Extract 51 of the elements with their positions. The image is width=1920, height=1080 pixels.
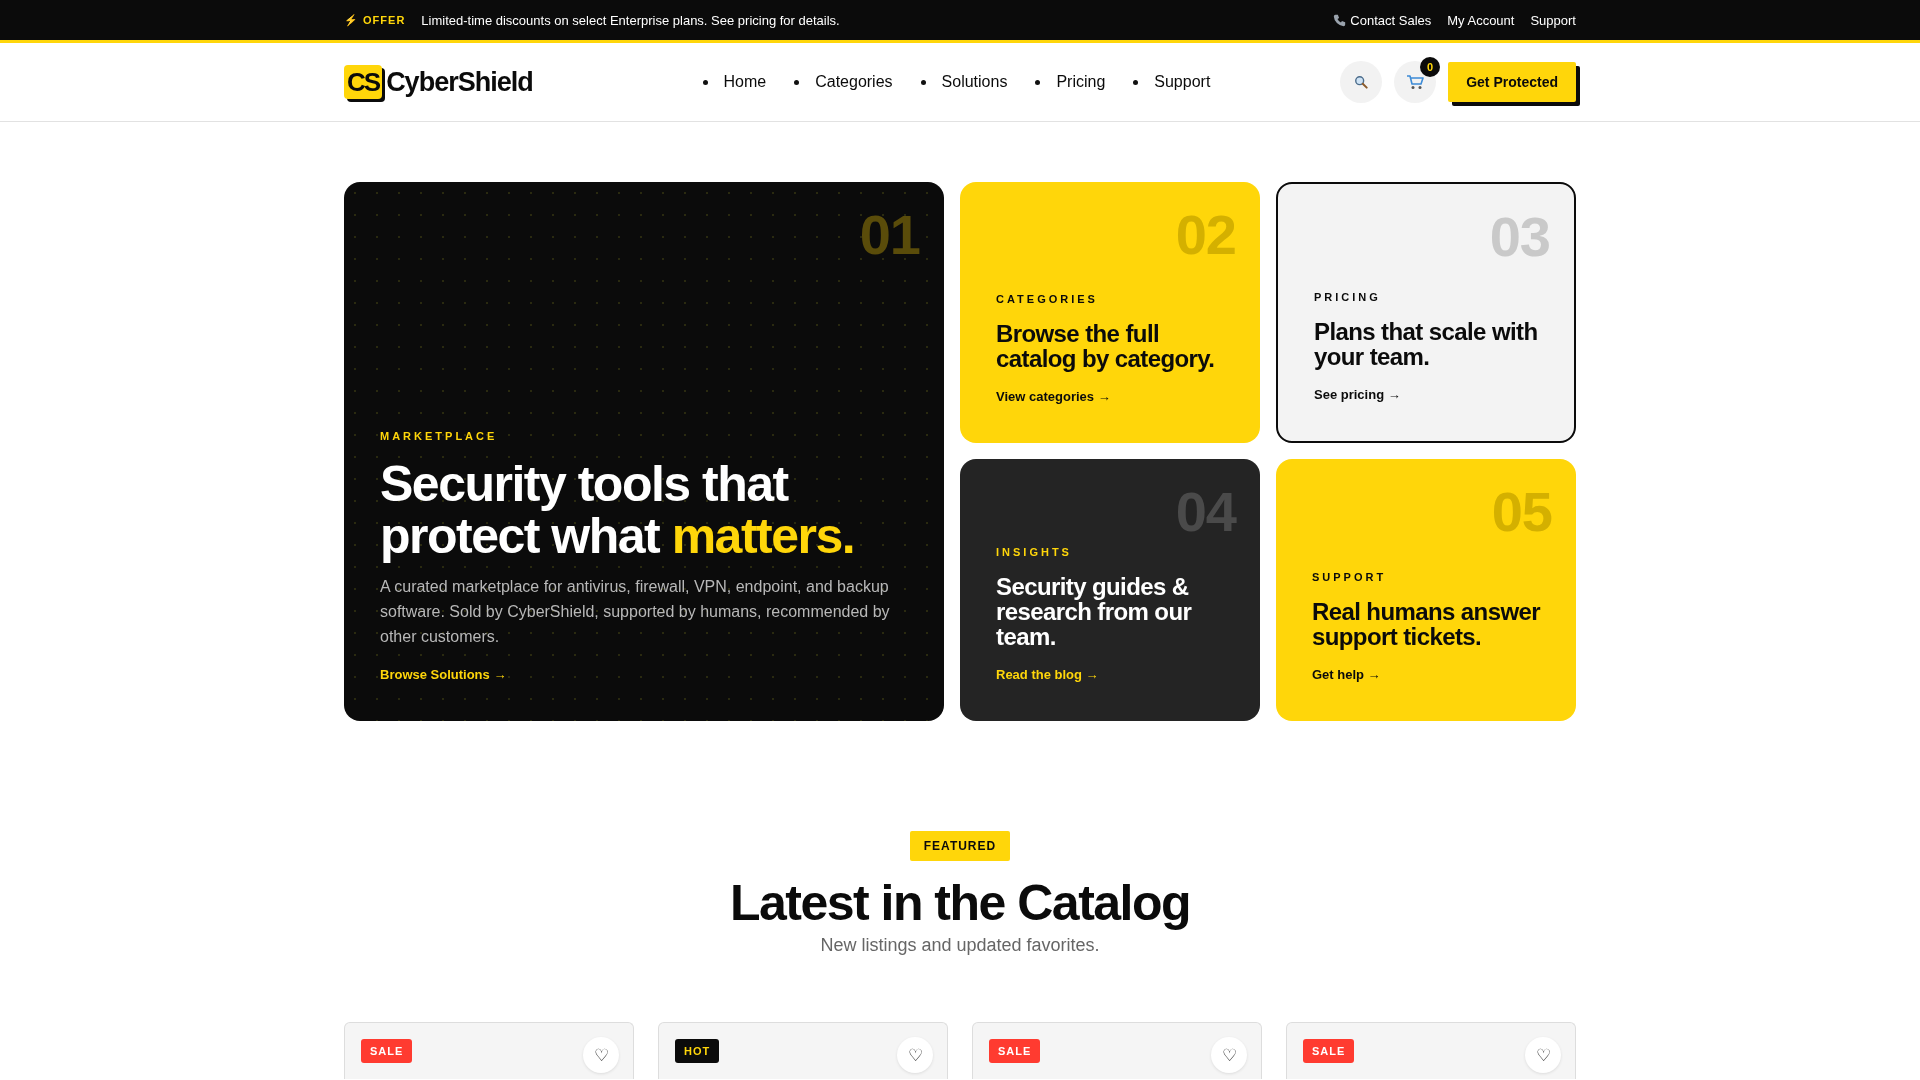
top-link[interactable]: My Account	[1447, 12, 1515, 28]
card-number: 01	[859, 202, 920, 267]
logo-text: CyberShield	[386, 66, 533, 98]
card-heading: Browse the full catalog by category.	[996, 321, 1216, 371]
search-icon	[1354, 75, 1369, 89]
top-link[interactable]: Support	[1530, 12, 1576, 28]
cart-icon	[1406, 74, 1425, 90]
card-link[interactable]: See pricing →	[1314, 387, 1401, 402]
favorite-button[interactable]: ♡	[583, 1037, 619, 1073]
favorite-button[interactable]: ♡	[1525, 1037, 1561, 1073]
favorite-button[interactable]: ♡	[897, 1037, 933, 1073]
card-heading: Security guides & research from our team.	[996, 574, 1193, 649]
product-badge: HOT	[675, 1039, 720, 1063]
product-badge: SALE	[1303, 1039, 1355, 1063]
card-link[interactable]: Get help →	[1312, 667, 1381, 682]
hero-description: A curated marketplace for antivirus, firewall, VPN, endpoint, and backup software. Sold by CyberShield, supported by humans, recommended by other customers.	[380, 577, 891, 647]
eyebrow-label: CATEGORIES	[996, 293, 1099, 305]
product-badge: SALE	[361, 1039, 413, 1063]
eyebrow-label: PRICING	[1314, 291, 1382, 303]
card-link[interactable]: Read the blog →	[996, 667, 1099, 682]
bullet-icon	[920, 79, 926, 85]
nav-link[interactable]: Home	[723, 73, 767, 91]
eyebrow-label: INSIGHTS	[996, 546, 1073, 558]
phone-icon	[1333, 13, 1347, 27]
search-button[interactable]	[1340, 61, 1383, 103]
offer-label: ⚡ OFFER	[344, 13, 406, 27]
eyebrow-label: MARKETPLACE	[380, 430, 499, 442]
section-subtitle: New listings and updated favorites.	[820, 935, 1100, 956]
bullet-icon	[1035, 79, 1041, 85]
logo-link[interactable]: CS CyberShield	[344, 65, 533, 99]
logo-mark: CS	[344, 65, 383, 99]
browse-link[interactable]: Browse Solutions →	[380, 667, 507, 682]
hero-heading: Security tools that protect what matters.	[380, 458, 856, 562]
section-badge: FEATURED	[909, 831, 1011, 861]
nav-link[interactable]: Pricing	[1056, 73, 1106, 91]
nav-link[interactable]: Solutions	[941, 73, 1008, 91]
bullet-icon	[702, 79, 708, 85]
product-badge: SALE	[989, 1039, 1041, 1063]
nav-link[interactable]: Categories	[815, 73, 893, 91]
card-link[interactable]: View categories →	[996, 389, 1111, 404]
cart-count-badge: 0	[1420, 57, 1441, 77]
nav-link[interactable]: Support	[1154, 73, 1211, 91]
card-heading: Plans that scale with your team.	[1314, 319, 1538, 369]
section-heading: Latest in the Catalog	[729, 875, 1191, 931]
offer-message: Limited-time discounts on select Enterprise plans. See pricing for details.	[421, 12, 840, 28]
bullet-icon	[794, 79, 800, 85]
top-link[interactable]: Contact Sales	[1333, 12, 1432, 28]
favorite-button[interactable]: ♡	[1211, 1037, 1247, 1073]
card-heading: Real humans answer support tickets.	[1312, 599, 1540, 649]
bullet-icon	[1133, 79, 1139, 85]
eyebrow-label: SUPPORT	[1312, 571, 1388, 583]
